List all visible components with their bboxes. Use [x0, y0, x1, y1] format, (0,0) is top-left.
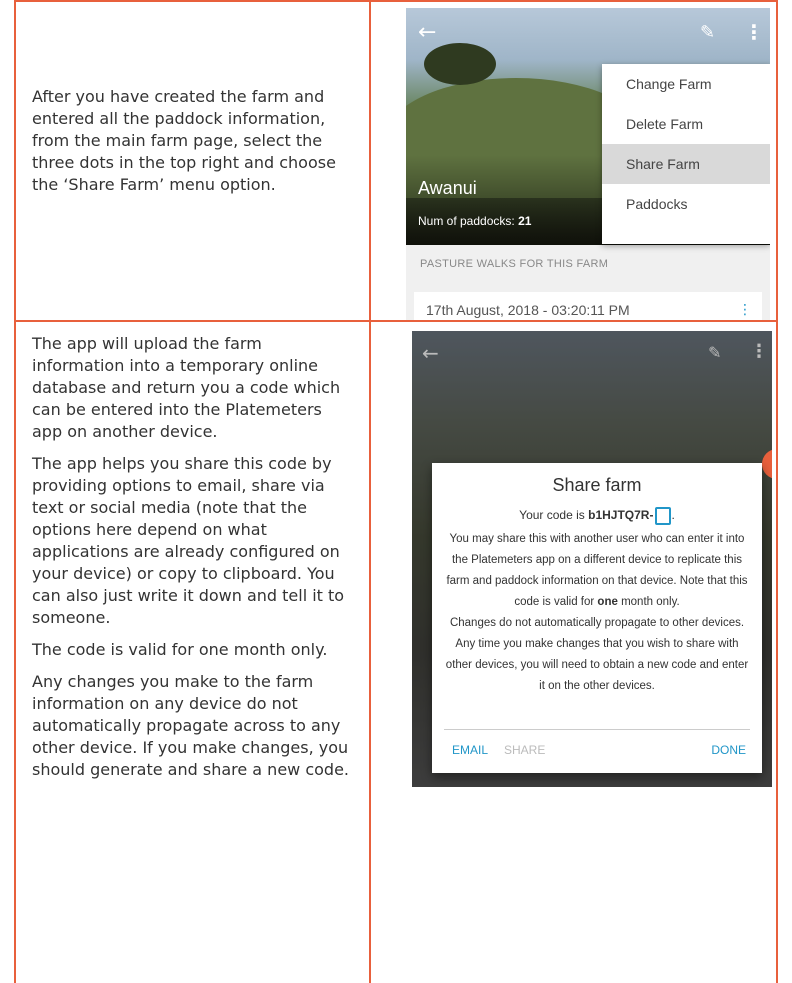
menu-item-paddocks[interactable]: Paddocks	[602, 184, 770, 224]
back-arrow-icon[interactable]: ←	[422, 341, 439, 365]
menu-item-change-farm[interactable]: Change Farm	[602, 64, 770, 104]
body-text-2: month only.	[621, 596, 680, 608]
overflow-menu: Change Farm Delete Farm Share Farm Paddo…	[602, 64, 770, 244]
dialog-body: You may share this with another user who…	[444, 529, 750, 697]
menu-item-share-farm[interactable]: Share Farm	[602, 144, 770, 184]
walk-list-item[interactable]: 17th August, 2018 - 03:20:11 PM ⋮	[414, 292, 762, 320]
intro-paragraph: After you have created the farm and ente…	[32, 87, 336, 194]
body-text-3: Changes do not automatically propagate t…	[445, 617, 749, 692]
paddock-count-value: 21	[518, 214, 532, 228]
row-more-icon[interactable]: ⋮	[738, 302, 752, 318]
menu-item-delete-farm[interactable]: Delete Farm	[602, 104, 770, 144]
edit-pencil-icon[interactable]: ✎	[700, 22, 715, 43]
body-bold: one	[597, 596, 618, 608]
instruction-paragraph-2: The app helps you share this code by pro…	[32, 454, 345, 627]
copy-icon[interactable]	[655, 507, 672, 525]
table-border-left	[14, 0, 16, 983]
table-border-middle	[369, 0, 371, 983]
intro-text: After you have created the farm and ente…	[32, 86, 352, 206]
email-button[interactable]: EMAIL	[452, 743, 488, 757]
farm-screen-screenshot: ← ✎ ⋮ Awanui Num of paddocks: 21 Change …	[406, 8, 770, 320]
dialog-divider	[444, 729, 750, 730]
share-code: b1HJTQ7R-	[588, 508, 654, 523]
more-vert-icon[interactable]: ⋮	[744, 20, 764, 44]
table-border-right	[776, 0, 778, 983]
instruction-paragraph-4: Any changes you make to the farm informa…	[32, 672, 350, 779]
walks-section-header: PASTURE WALKS FOR THIS FARM	[420, 258, 609, 270]
back-arrow-icon[interactable]: ←	[418, 20, 436, 45]
instruction-paragraph-1: The app will upload the farm information…	[32, 334, 341, 441]
share-dialog-screenshot: ← ✎ ⋮ Share farm Your code is b1HJTQ7R-.…	[412, 331, 772, 787]
share-code-line: Your code is b1HJTQ7R-.	[432, 507, 762, 525]
code-prefix: Your code is	[519, 508, 585, 523]
share-button[interactable]: SHARE	[504, 743, 545, 757]
instruction-paragraph-3: The code is valid for one month only.	[32, 640, 328, 659]
table-border-top	[14, 0, 778, 2]
paddock-count-label: Num of paddocks:	[418, 214, 515, 228]
paddock-count: Num of paddocks: 21	[418, 214, 531, 228]
tree-shape	[424, 43, 496, 85]
code-suffix: .	[671, 508, 675, 523]
table-row-divider	[14, 320, 778, 322]
edit-pencil-icon[interactable]: ✎	[708, 343, 721, 362]
share-farm-dialog: Share farm Your code is b1HJTQ7R-. You m…	[432, 463, 762, 773]
more-vert-icon[interactable]: ⋮	[750, 341, 768, 362]
dialog-title: Share farm	[552, 475, 642, 495]
walk-date: 17th August, 2018 - 03:20:11 PM	[426, 302, 630, 318]
done-button[interactable]: DONE	[711, 743, 746, 757]
farm-name: Awanui	[418, 178, 477, 198]
instructions-text: The app will upload the farm information…	[32, 333, 354, 791]
